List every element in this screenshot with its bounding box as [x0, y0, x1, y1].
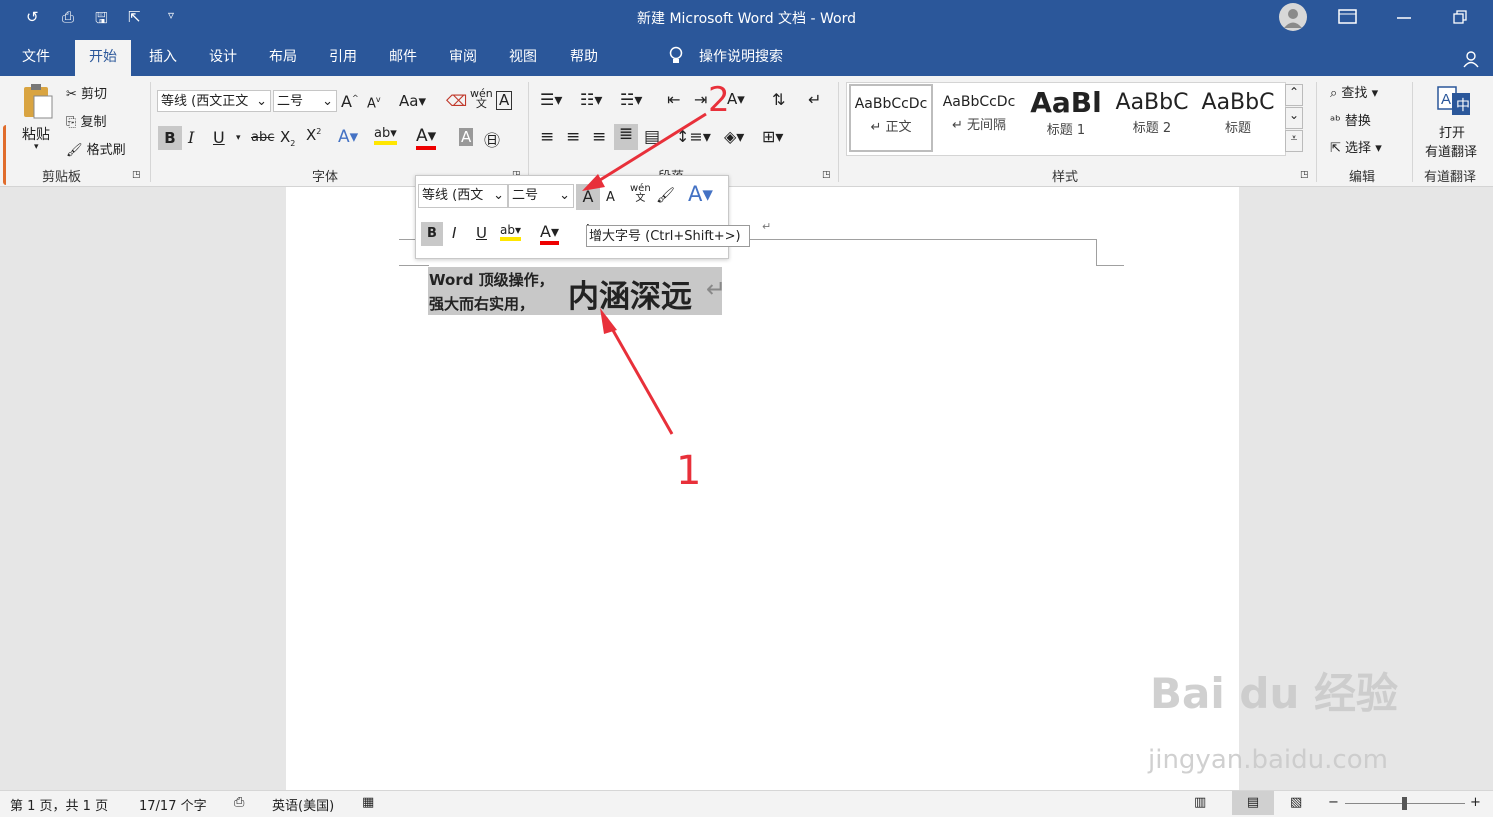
proofing-icon[interactable]: ⎙ [234, 795, 244, 810]
status-bar: 第 1 页，共 1 页 17/17 个字 ⎙ 英语(美国) ▦ ▥ ▤ ▧ − … [0, 790, 1493, 817]
web-layout-icon[interactable]: ▧ [1290, 795, 1302, 810]
read-mode-icon[interactable]: ▥ [1194, 795, 1206, 810]
baidu-watermark: Bai du 经验 [1150, 669, 1398, 718]
word-count[interactable]: 17/17 个字 [139, 795, 207, 814]
zoom-slider-thumb[interactable] [1402, 797, 1407, 810]
arrow-2-head [582, 174, 605, 191]
zoom-in-icon[interactable]: + [1470, 795, 1481, 810]
language[interactable]: 英语(美国) [272, 795, 334, 814]
page-count[interactable]: 第 1 页，共 1 页 [10, 795, 108, 814]
macro-icon[interactable]: ▦ [362, 795, 374, 810]
print-layout-icon[interactable]: ▤ [1232, 791, 1274, 815]
annotation-label-1: 1 [676, 448, 702, 494]
arrow-1-head [600, 308, 617, 334]
baidu-watermark-url: jingyan.baidu.com [1148, 745, 1388, 775]
arrow-2-line [591, 112, 707, 187]
zoom-out-icon[interactable]: − [1328, 795, 1339, 810]
annotation-label-2: 2 [708, 80, 730, 120]
arrow-1-line [604, 317, 674, 435]
